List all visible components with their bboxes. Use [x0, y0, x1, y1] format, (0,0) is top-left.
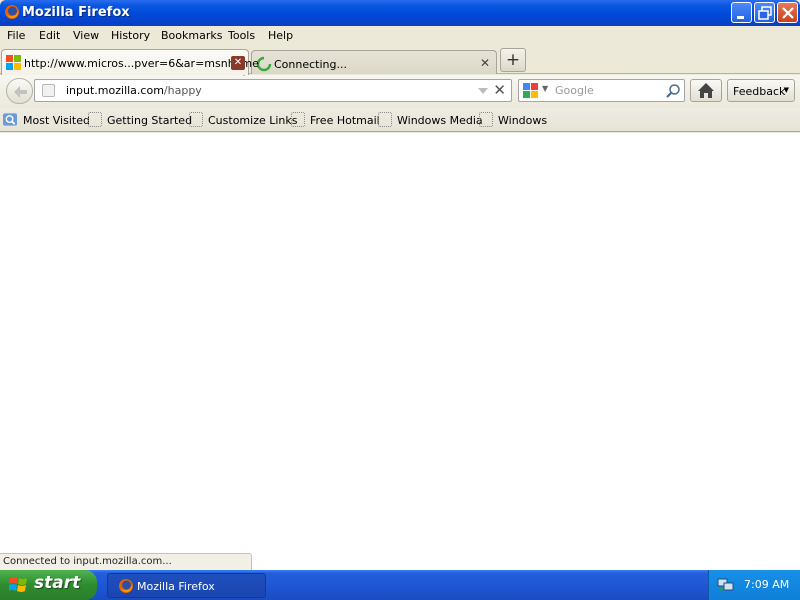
bookmark-label: Getting Started — [107, 114, 193, 127]
close-icon — [782, 7, 794, 19]
taskbar-item-label: Mozilla Firefox — [137, 580, 215, 593]
bookmark-label: Windows — [498, 114, 548, 127]
bookmark-getting-started[interactable]: Getting Started — [88, 112, 192, 128]
status-text: Connected to input.mozilla.com... — [3, 556, 172, 567]
bookmark-page-icon — [88, 112, 102, 127]
tab-connecting[interactable]: Connecting... ✕ — [251, 50, 497, 74]
back-arrow-icon — [14, 86, 27, 98]
back-button[interactable] — [6, 78, 33, 104]
tab-close-button[interactable]: ✕ — [478, 56, 492, 70]
menu-view[interactable]: View — [73, 29, 99, 42]
windows-flag-icon — [9, 577, 27, 592]
navigation-toolbar: input.mozilla.com/happy ✕ ▼ Google Feedb… — [0, 75, 800, 107]
home-button[interactable] — [690, 79, 722, 102]
search-bar[interactable]: ▼ Google — [518, 79, 685, 102]
menu-bookmarks[interactable]: Bookmarks — [161, 29, 222, 42]
minimize-icon — [737, 16, 744, 19]
bookmark-page-icon — [479, 112, 493, 127]
window-title: Mozilla Firefox — [22, 5, 130, 20]
stop-icon[interactable]: ✕ — [493, 81, 506, 99]
taskbar: start Mozilla Firefox 7:09 AM — [0, 570, 800, 600]
url-domain: input.mozilla.com — [66, 84, 164, 97]
search-icon[interactable] — [665, 83, 681, 99]
feedback-label: Feedback — [733, 85, 786, 98]
menu-bar: File Edit View History Bookmarks Tools H… — [0, 26, 800, 46]
taskbar-firefox-item[interactable]: Mozilla Firefox — [107, 573, 266, 598]
restore-button[interactable] — [754, 2, 775, 23]
start-button[interactable]: start — [0, 570, 97, 600]
firefox-icon — [119, 579, 133, 593]
tab-strip: http://www.micros...pver=6&ar=msnhome ✕ … — [0, 46, 800, 75]
tab-label: Connecting... — [274, 58, 347, 71]
url-text[interactable]: input.mozilla.com/happy — [66, 84, 202, 97]
bookmark-label: Free Hotmail — [310, 114, 380, 127]
url-bar[interactable]: input.mozilla.com/happy ✕ — [34, 79, 512, 102]
menu-file[interactable]: File — [7, 29, 25, 42]
menu-edit[interactable]: Edit — [39, 29, 60, 42]
tab-close-button[interactable]: ✕ — [231, 56, 245, 70]
bookmark-customize-links[interactable]: Customize Links — [189, 112, 298, 128]
new-tab-button[interactable]: + — [500, 48, 526, 72]
system-tray: 7:09 AM — [708, 570, 800, 600]
windows-logo-icon — [6, 55, 21, 70]
minimize-button[interactable] — [731, 2, 752, 23]
title-bar[interactable]: Mozilla Firefox — [0, 0, 800, 26]
network-icon[interactable] — [717, 577, 735, 593]
close-window-button[interactable] — [777, 2, 798, 23]
start-label: start — [34, 573, 81, 593]
menu-help[interactable]: Help — [268, 29, 293, 42]
history-dropdown-icon[interactable] — [477, 85, 489, 97]
tab-msn[interactable]: http://www.micros...pver=6&ar=msnhome ✕ — [1, 49, 259, 75]
tab-label: http://www.micros...pver=6&ar=msnhome — [24, 57, 259, 70]
page-content[interactable] — [0, 133, 800, 570]
chevron-down-icon: ▼ — [783, 86, 789, 94]
bookmarks-toolbar: Most Visited Getting Started Customize L… — [0, 108, 800, 132]
bookmark-windows-media[interactable]: Windows Media — [378, 112, 483, 128]
url-path: /happy — [163, 84, 202, 97]
most-visited-icon — [3, 113, 17, 126]
google-icon[interactable] — [523, 83, 539, 99]
menu-history[interactable]: History — [111, 29, 150, 42]
bookmark-page-icon — [291, 112, 305, 127]
menu-tools[interactable]: Tools — [228, 29, 255, 42]
status-bar: Connected to input.mozilla.com... — [0, 553, 252, 570]
bookmark-label: Windows Media — [397, 114, 483, 127]
bookmark-page-icon — [378, 112, 392, 127]
clock[interactable]: 7:09 AM — [744, 578, 789, 591]
bookmark-free-hotmail[interactable]: Free Hotmail — [291, 112, 380, 128]
firefox-icon — [5, 5, 19, 19]
bookmark-page-icon — [189, 112, 203, 127]
bookmark-most-visited[interactable]: Most Visited — [3, 112, 90, 128]
bookmark-label: Customize Links — [208, 114, 298, 127]
feedback-button[interactable]: Feedback ▼ — [727, 79, 795, 102]
search-placeholder: Google — [555, 84, 594, 97]
restore-icon — [758, 6, 772, 20]
engine-dropdown-icon[interactable]: ▼ — [542, 84, 548, 93]
site-identity-icon[interactable] — [42, 84, 55, 97]
bookmark-label: Most Visited — [23, 114, 90, 127]
bookmark-windows[interactable]: Windows — [479, 112, 548, 128]
home-icon — [698, 83, 714, 98]
